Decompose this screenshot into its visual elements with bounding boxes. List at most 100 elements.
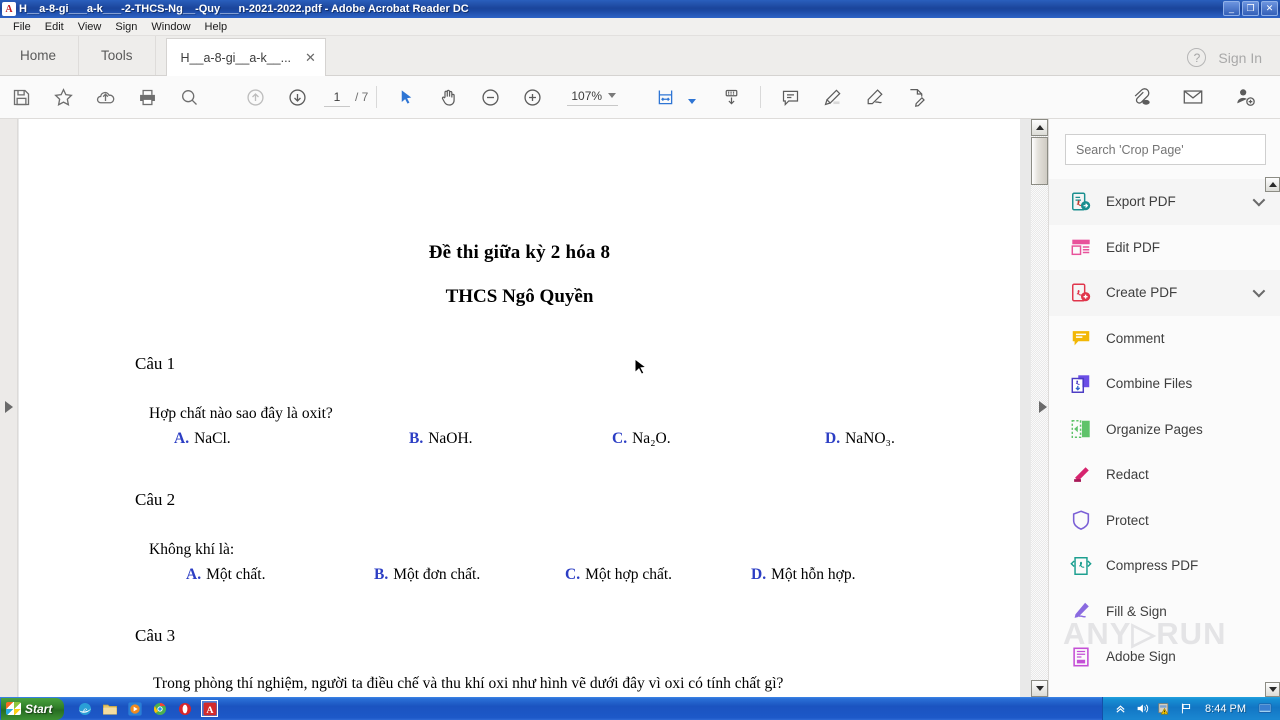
window-titlebar: A H__a-8-gi___a-k___-2-THCS-Ng__-Quy___n… xyxy=(0,0,1280,18)
edit-pdf-icon xyxy=(1070,236,1092,258)
zoom-in-icon[interactable] xyxy=(511,76,553,119)
window-controls: _ ❐ ✕ xyxy=(1223,1,1278,16)
tool-label: Combine Files xyxy=(1106,376,1193,392)
opera-icon[interactable] xyxy=(176,700,193,717)
collapse-right-panel-icon[interactable] xyxy=(1039,401,1047,413)
tab-tools[interactable]: Tools xyxy=(79,36,156,75)
chrome-icon[interactable] xyxy=(151,700,168,717)
close-icon[interactable]: ✕ xyxy=(305,50,316,66)
select-cursor-icon[interactable] xyxy=(385,76,427,119)
menu-help[interactable]: Help xyxy=(198,20,235,34)
option-key: D. xyxy=(825,430,841,447)
scrollbar-thumb[interactable] xyxy=(1031,137,1048,185)
chevron-down-icon[interactable] xyxy=(1252,284,1266,298)
option-a: A. NaCl. xyxy=(174,430,409,448)
option-key: D. xyxy=(751,566,767,583)
left-navigation-rail[interactable] xyxy=(0,119,18,697)
chevron-up-icon[interactable] xyxy=(1113,701,1128,716)
close-button[interactable]: ✕ xyxy=(1261,1,1278,16)
option-d: D. NaNO₃. xyxy=(825,430,895,448)
tool-comment[interactable]: Comment xyxy=(1049,316,1280,362)
tab-home[interactable]: Home xyxy=(0,36,80,75)
scroll-down-icon[interactable] xyxy=(1031,680,1048,697)
option-a: A. Một chất. xyxy=(186,566,374,584)
share-with-user-icon[interactable] xyxy=(1224,76,1266,119)
organize-pages-icon xyxy=(1070,418,1092,440)
tool-edit-pdf[interactable]: Edit PDF xyxy=(1049,225,1280,271)
scroll-down-icon[interactable] xyxy=(1265,682,1280,697)
tool-label: Create PDF xyxy=(1106,285,1178,301)
tool-fill-sign[interactable]: Fill & Sign xyxy=(1049,589,1280,635)
internet-explorer-icon[interactable]: e xyxy=(76,700,93,717)
tool-compress-pdf[interactable]: Compress PDF xyxy=(1049,543,1280,589)
restore-button[interactable]: ❐ xyxy=(1242,1,1259,16)
taskbar-clock[interactable]: 8:44 PM xyxy=(1205,703,1246,715)
tools-panel-scrollbar[interactable] xyxy=(1265,177,1280,697)
tool-export-pdf[interactable]: Export PDF xyxy=(1049,179,1280,225)
scroll-mode-icon[interactable] xyxy=(710,76,752,119)
windows-flag-icon xyxy=(6,702,21,715)
minimize-button[interactable]: _ xyxy=(1223,1,1240,16)
fill-sign-icon[interactable] xyxy=(895,76,937,119)
page-number-input[interactable] xyxy=(324,87,350,107)
menu-edit[interactable]: Edit xyxy=(38,20,71,34)
zoom-out-icon[interactable] xyxy=(469,76,511,119)
tool-label: Fill & Sign xyxy=(1106,603,1167,619)
save-icon[interactable] xyxy=(0,76,42,119)
sign-in-button[interactable]: Sign In xyxy=(1218,50,1262,66)
help-icon[interactable]: ? xyxy=(1187,48,1207,67)
media-player-icon[interactable] xyxy=(126,700,143,717)
chevron-down-icon[interactable] xyxy=(608,93,617,98)
option-key: A. xyxy=(174,430,190,447)
expand-left-panel-icon[interactable] xyxy=(5,401,13,413)
tool-organize-pages[interactable]: Organize Pages xyxy=(1049,407,1280,453)
tool-protect[interactable]: Protect xyxy=(1049,498,1280,544)
option-c: C. Một hợp chất. xyxy=(565,566,751,584)
upload-cloud-icon[interactable] xyxy=(84,76,126,119)
adobe-reader-icon[interactable]: A xyxy=(201,700,219,717)
tool-redact[interactable]: Redact xyxy=(1049,452,1280,498)
tab-document[interactable]: H__a-8-gi__a-k__... ✕ xyxy=(165,38,326,76)
show-desktop-icon[interactable] xyxy=(1257,701,1272,716)
flag-icon[interactable] xyxy=(1179,701,1194,716)
tool-create-pdf[interactable]: Create PDF xyxy=(1049,270,1280,316)
start-label: Start xyxy=(25,701,53,716)
fit-page-icon[interactable] xyxy=(644,76,686,119)
scroll-up-icon[interactable] xyxy=(1031,119,1048,136)
window-title: H__a-8-gi___a-k___-2-THCS-Ng__-Quy___n-2… xyxy=(19,3,469,15)
page-up-icon[interactable] xyxy=(234,76,276,119)
comment-icon[interactable] xyxy=(769,76,811,119)
zoom-level-selector[interactable]: 107% xyxy=(567,89,619,106)
draw-freehand-icon[interactable] xyxy=(853,76,895,119)
scroll-up-icon[interactable] xyxy=(1265,177,1280,192)
email-icon[interactable] xyxy=(1172,76,1214,119)
page-down-icon[interactable] xyxy=(276,76,318,119)
document-tab-label: H__a-8-gi__a-k__... xyxy=(180,50,292,65)
pdf-page[interactable]: Đề thi giữa kỳ 2 hóa 8 THCS Ngô Quyền Câ… xyxy=(19,119,1020,697)
add-to-favorites-icon[interactable] xyxy=(42,76,84,119)
option-text: Na₂O. xyxy=(632,430,671,447)
menu-window[interactable]: Window xyxy=(144,20,197,34)
tool-adobe-sign[interactable]: Adobe Sign xyxy=(1049,634,1280,680)
chevron-down-icon[interactable] xyxy=(1252,193,1266,207)
option-b: B. NaOH. xyxy=(409,430,612,448)
find-icon[interactable] xyxy=(168,76,210,119)
folder-icon[interactable] xyxy=(101,700,118,717)
option-text: Một hợp chất. xyxy=(585,566,673,583)
hand-tool-icon[interactable] xyxy=(427,76,469,119)
attach-cloud-icon[interactable] xyxy=(1120,76,1162,119)
start-button[interactable]: Start xyxy=(1,697,65,720)
volume-icon[interactable] xyxy=(1135,701,1150,716)
option-text: NaNO₃. xyxy=(845,430,895,447)
security-alert-icon[interactable] xyxy=(1157,701,1172,716)
fit-page-chevron-down-icon[interactable] xyxy=(688,98,697,104)
tool-combine-files[interactable]: Combine Files xyxy=(1049,361,1280,407)
print-icon[interactable] xyxy=(126,76,168,119)
search-input[interactable] xyxy=(1065,134,1266,165)
menu-sign[interactable]: Sign xyxy=(108,20,144,34)
highlight-icon[interactable] xyxy=(811,76,853,119)
option-text: Một hỗn hợp. xyxy=(771,566,856,583)
menu-view[interactable]: View xyxy=(71,20,109,34)
option-key: C. xyxy=(565,566,581,583)
menu-file[interactable]: File xyxy=(6,20,38,34)
